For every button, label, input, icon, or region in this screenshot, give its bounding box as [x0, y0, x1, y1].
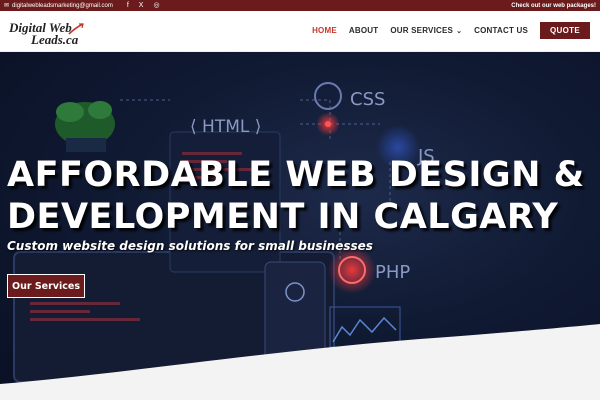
nav-home[interactable]: HOME	[312, 26, 337, 35]
instagram-icon[interactable]: ◎	[153, 2, 159, 9]
main-nav: HOME ABOUT OUR SERVICES ⌄ CONTACT US QUO…	[312, 22, 590, 39]
nav-about[interactable]: ABOUT	[349, 26, 378, 35]
chevron-down-icon: ⌄	[456, 27, 463, 35]
email-text[interactable]: digitalwebleadsmarketing@gmail.com	[12, 3, 113, 9]
our-services-button[interactable]: Our Services	[7, 274, 85, 298]
email-contact[interactable]: ✉ digitalwebleadsmarketing@gmail.com	[4, 2, 113, 10]
social-links: f X ◎	[127, 2, 160, 9]
packages-link[interactable]: Check out our web packages!	[511, 3, 596, 9]
site-header: Digital Web Leads.ca HOME ABOUT OUR SERV…	[0, 11, 600, 52]
nav-services[interactable]: OUR SERVICES ⌄	[390, 26, 462, 35]
nav-services-label: OUR SERVICES	[390, 26, 454, 35]
facebook-icon[interactable]: f	[127, 2, 129, 9]
top-bar: ✉ digitalwebleadsmarketing@gmail.com f X…	[0, 0, 600, 11]
x-icon[interactable]: X	[139, 2, 144, 9]
nav-contact[interactable]: CONTACT US	[474, 26, 528, 35]
quote-button[interactable]: QUOTE	[540, 22, 590, 39]
php-label: PHP	[375, 262, 410, 283]
html-label: ⟨ HTML ⟩	[190, 117, 261, 137]
plant-decoration	[55, 101, 115, 152]
html-label-open: ⟨	[190, 117, 202, 137]
hero-heading-line-1: AFFORDABLE WEB DESIGN &	[7, 155, 585, 195]
css-label: CSS	[350, 89, 385, 110]
logo-swoosh-icon	[68, 23, 84, 35]
hero-section: ⟨ HTML ⟩ CSS JS PHP AFFORDABLE WEB DESIG…	[0, 52, 600, 400]
site-logo[interactable]: Digital Web Leads.ca	[9, 20, 89, 48]
html-label-text: HTML	[202, 117, 250, 137]
hero-heading: AFFORDABLE WEB DESIGN & DEVELOPMENT IN C…	[7, 154, 585, 238]
html-label-close: ⟩	[249, 117, 261, 137]
hero-subheading: Custom website design solutions for smal…	[7, 239, 373, 253]
mail-icon: ✉	[4, 3, 10, 9]
hero-heading-line-2: DEVELOPMENT IN CALGARY	[7, 197, 559, 237]
